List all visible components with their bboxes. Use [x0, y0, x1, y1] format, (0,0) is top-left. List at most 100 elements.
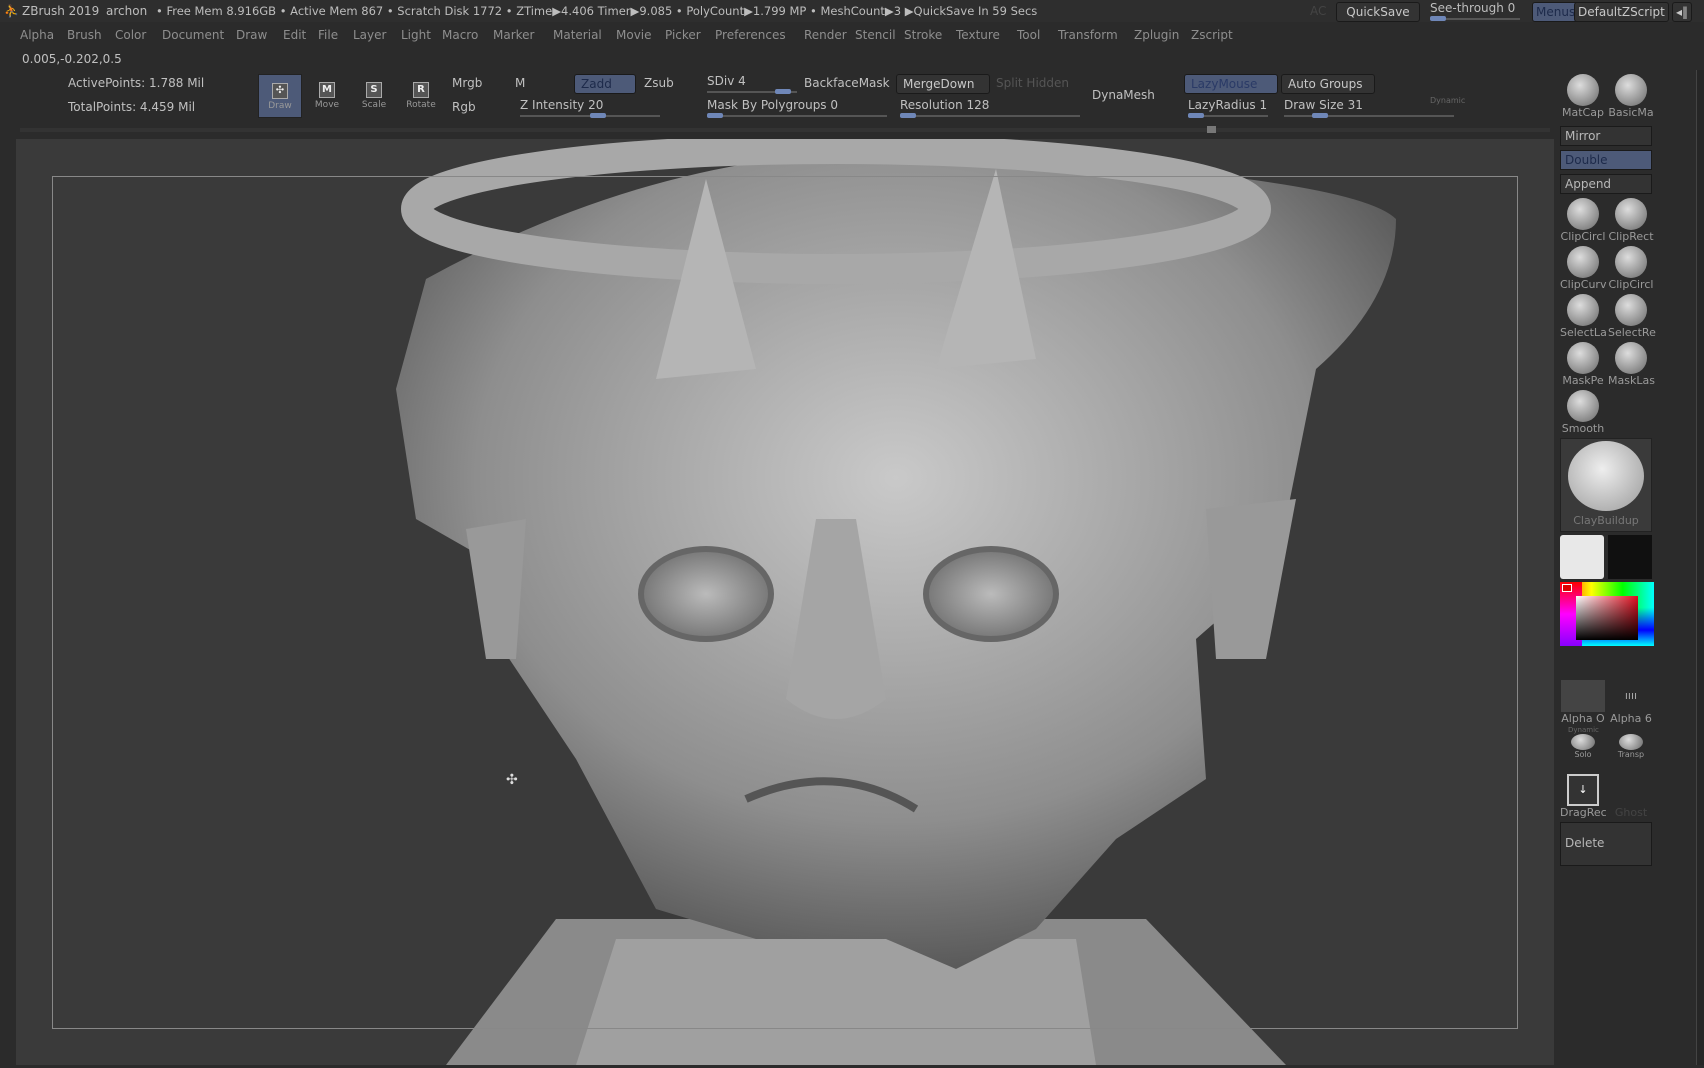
shelf-handle[interactable] — [1207, 126, 1216, 133]
brush-selectre[interactable]: SelectRe — [1608, 294, 1656, 339]
menu-zscript[interactable]: Zscript — [1191, 28, 1233, 42]
mask-by-polygroups-slider[interactable]: Mask By Polygroups 0 — [707, 98, 838, 112]
slider-handle[interactable] — [900, 113, 916, 118]
menu-edit[interactable]: Edit — [283, 28, 306, 42]
default-zscript-button[interactable]: DefaultZScript — [1574, 2, 1669, 22]
solo-button[interactable]: Solo — [1560, 734, 1606, 759]
brush-smooth[interactable]: Smooth — [1560, 390, 1606, 435]
brush-maskpe[interactable]: MaskPe — [1560, 342, 1606, 387]
brush-clipcircl[interactable]: ClipCircl — [1560, 198, 1606, 243]
brush-icon — [1615, 246, 1647, 278]
ac-label: AC — [1310, 4, 1327, 18]
basic-material[interactable]: BasicMa — [1608, 74, 1654, 119]
draw-icon: ✣ — [272, 83, 288, 99]
menu-picker[interactable]: Picker — [665, 28, 701, 42]
matcap-material[interactable]: MatCap — [1560, 74, 1606, 119]
menu-tool[interactable]: Tool — [1017, 28, 1040, 42]
slider-handle[interactable] — [1188, 113, 1204, 118]
menu-texture[interactable]: Texture — [956, 28, 1000, 42]
resolution-track[interactable] — [900, 113, 1080, 118]
zadd-button[interactable]: Zadd — [574, 74, 636, 94]
z-intensity-slider[interactable]: Z Intensity 20 — [520, 98, 603, 112]
mask-polygroups-track[interactable] — [707, 113, 887, 118]
stats-readout: • Free Mem 8.916GB • Active Mem 867 • Sc… — [156, 4, 1038, 18]
dynamic-size-toggle[interactable]: Dynamic — [1430, 96, 1465, 105]
slider-handle[interactable] — [1312, 113, 1328, 118]
menu-light[interactable]: Light — [401, 28, 431, 42]
ghost-button[interactable]: Ghost — [1608, 774, 1654, 819]
menu-transform[interactable]: Transform — [1058, 28, 1118, 42]
append-button[interactable]: Append — [1560, 174, 1652, 194]
tool-rotate[interactable]: R Rotate — [399, 74, 443, 118]
slider-handle[interactable] — [775, 89, 791, 94]
merge-down-button[interactable]: MergeDown — [896, 74, 990, 94]
menu-draw[interactable]: Draw — [236, 28, 267, 42]
brush-icon — [1615, 294, 1647, 326]
zsub-button[interactable]: Zsub — [644, 76, 674, 90]
secondary-color-swatch[interactable] — [1608, 535, 1652, 579]
color-picker[interactable] — [1560, 582, 1654, 646]
mrgb-button[interactable]: Mrgb — [452, 76, 482, 90]
brush-masklas[interactable]: MaskLas — [1608, 342, 1655, 387]
alpha-6[interactable]: ıııı Alpha 6 — [1608, 680, 1654, 725]
transp-button[interactable]: Transp — [1608, 734, 1654, 759]
quicksave-button[interactable]: QuickSave — [1336, 2, 1420, 22]
lazymouse-button[interactable]: LazyMouse — [1184, 74, 1278, 94]
right-tray-edge[interactable] — [1696, 70, 1704, 1065]
slider-handle[interactable] — [590, 113, 606, 118]
menu-brush[interactable]: Brush — [67, 28, 102, 42]
draw-size-slider[interactable]: Draw Size 31 — [1284, 98, 1363, 112]
backface-mask-button[interactable]: BackfaceMask — [804, 76, 890, 90]
brush-label: ClipCurv — [1560, 278, 1607, 291]
menu-render[interactable]: Render — [804, 28, 847, 42]
mirror-button[interactable]: Mirror — [1560, 126, 1652, 146]
slider-handle[interactable] — [707, 113, 723, 118]
tool-label: Rotate — [406, 100, 436, 110]
dock-icon[interactable]: ◂‖ — [1672, 2, 1693, 22]
current-brush[interactable]: ClayBuildup — [1560, 438, 1652, 532]
alpha-off[interactable]: Alpha O — [1560, 680, 1606, 725]
menu-layer[interactable]: Layer — [353, 28, 386, 42]
brush-clipcircl[interactable]: ClipCircl — [1608, 246, 1654, 291]
tool-move[interactable]: M Move — [305, 74, 349, 118]
matcap-sphere-icon — [1567, 74, 1599, 106]
lazyradius-track[interactable] — [1188, 113, 1268, 118]
draw-size-track[interactable] — [1284, 113, 1454, 118]
tool-draw[interactable]: ✣ Draw — [258, 74, 302, 118]
auto-groups-button[interactable]: Auto Groups — [1281, 74, 1375, 94]
menu-alpha[interactable]: Alpha — [20, 28, 54, 42]
dragrect-button[interactable]: ↓ DragRec — [1560, 774, 1607, 819]
brush-selectla[interactable]: SelectLa — [1560, 294, 1607, 339]
menu-stroke[interactable]: Stroke — [904, 28, 942, 42]
rgb-button[interactable]: Rgb — [452, 100, 476, 114]
sdiv-track[interactable] — [707, 89, 797, 94]
menu-file[interactable]: File — [318, 28, 338, 42]
brush-cliprect[interactable]: ClipRect — [1608, 198, 1654, 243]
double-button[interactable]: Double — [1560, 150, 1652, 170]
brush-clipcurv[interactable]: ClipCurv — [1560, 246, 1606, 291]
delete-button[interactable]: Delete — [1560, 822, 1652, 866]
resolution-slider[interactable]: Resolution 128 — [900, 98, 989, 112]
menu-document[interactable]: Document — [162, 28, 224, 42]
slider-handle[interactable] — [1430, 16, 1446, 21]
menu-color[interactable]: Color — [115, 28, 146, 42]
split-hidden-button[interactable]: Split Hidden — [996, 76, 1069, 90]
menu-zplugin[interactable]: Zplugin — [1134, 28, 1179, 42]
menu-macro[interactable]: Macro — [442, 28, 478, 42]
z-intensity-track[interactable] — [520, 113, 660, 118]
menu-marker[interactable]: Marker — [493, 28, 534, 42]
menus-toggle[interactable]: Menus — [1532, 2, 1580, 22]
dynamesh-button[interactable]: DynaMesh — [1092, 88, 1155, 102]
menu-material[interactable]: Material — [553, 28, 602, 42]
menu-movie[interactable]: Movie — [616, 28, 652, 42]
lazyradius-slider[interactable]: LazyRadius 1 — [1188, 98, 1267, 112]
see-through-track[interactable] — [1430, 16, 1520, 21]
menu-stencil[interactable]: Stencil — [855, 28, 896, 42]
sdiv-slider[interactable]: SDiv 4 — [707, 74, 746, 88]
primary-color-swatch[interactable] — [1560, 535, 1604, 579]
tool-scale[interactable]: S Scale — [352, 74, 396, 118]
alpha-off-label: Alpha O — [1561, 712, 1605, 725]
menu-preferences[interactable]: Preferences — [715, 28, 786, 42]
m-button[interactable]: M — [515, 76, 525, 90]
saturation-value-square[interactable] — [1576, 596, 1638, 640]
